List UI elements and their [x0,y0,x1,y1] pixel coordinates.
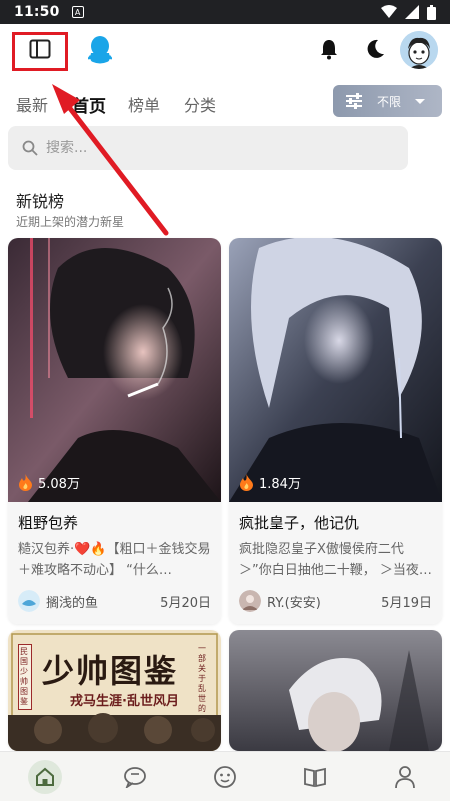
card-meta: RY.(安安) 5月19日 [239,590,432,612]
qq-icon[interactable] [88,35,112,65]
author-name: 搁浅的鱼 [46,595,99,611]
nav-discover[interactable] [208,760,242,794]
card-title: 粗野包养 [18,514,79,532]
tab-category[interactable]: 分类 [184,92,216,116]
author-avatar [18,590,40,612]
home-icon [36,767,54,786]
author-avatar [239,590,261,612]
section-subtitle: 近期上架的潜力新星 [16,215,125,229]
publish-date: 5月20日 [160,595,211,611]
fire-icon [19,474,32,491]
status-bar: 11:50 A [0,0,450,24]
card-description: 疯批隐忍皇子X傲慢侯府二代＞”你白日抽他二十鞭， ＞当夜… [239,542,432,578]
nav-home[interactable] [28,759,62,794]
tab-home[interactable]: 首页 [72,92,106,117]
chevron-down-icon [415,98,426,104]
search-input[interactable] [46,140,366,156]
search-bar[interactable] [8,126,408,170]
status-time: 11:50 [14,4,60,20]
user-avatar[interactable] [400,31,438,69]
status-icons [381,4,436,20]
search-icon [22,140,38,156]
fire-icon [240,474,253,491]
novel-card[interactable]: 民国少帅图鉴 少帅图鉴 戎马生涯·乱世风月 一部关于乱世的 [8,630,221,751]
nav-library[interactable] [298,760,332,794]
filter-dropdown[interactable]: 不限 [333,85,442,117]
poster-side-label: 民国少帅图鉴 [18,644,32,710]
cover-image [229,630,442,751]
cover-image: 1.84万 [229,238,442,502]
card-description: 糙汉包养·❤️🔥【粗口＋金钱交易＋难攻略不动心】 “什么… [18,542,211,578]
emoji-icon [214,765,236,788]
novel-card[interactable]: 1.84万 疯批皇子，他记仇 疯批隐忍皇子X傲慢侯府二代＞”你白日抽他二十鞭， … [229,238,442,624]
app-screen: 11:50 A 最新 首页 榜单 分类 不限 搜索... 新锐榜 近期上架的潜力… [0,0,450,801]
wifi-icon [381,5,397,18]
chat-icon [124,766,146,788]
moon-icon[interactable] [364,38,386,60]
sliders-icon [346,93,362,109]
publish-date: 5月19日 [381,595,432,611]
avatar-image [400,31,438,69]
highlight-box [12,32,68,71]
battery-icon [427,4,436,20]
bell-icon[interactable] [318,38,340,60]
cover-image: 5.08万 [8,238,221,502]
section-title: 新锐榜 [16,192,65,211]
signal-icon [405,5,419,19]
card-meta: 搁浅的鱼 5月20日 [18,590,211,612]
popularity-count: 1.84万 [259,477,301,492]
card-body: 粗野包养 糙汉包养·❤️🔥【粗口＋金钱交易＋难攻略不动心】 “什么… 搁浅的鱼 … [8,502,221,624]
nav-profile[interactable] [388,760,422,794]
popularity: 5.08万 [18,473,80,492]
book-icon [304,767,326,787]
poster-title: 少帅图鉴 [42,652,179,690]
card-body: 疯批皇子，他记仇 疯批隐忍皇子X傲慢侯府二代＞”你白日抽他二十鞭， ＞当夜… R… [229,502,442,624]
card-title: 疯批皇子，他记仇 [239,514,360,532]
author-name: RY.(安安) [267,595,321,611]
notification-icon: A [71,6,84,18]
novel-card[interactable] [229,630,442,751]
poster-subtitle: 戎马生涯·乱世风月 [70,694,179,709]
nav-chat[interactable] [118,760,152,794]
novel-card[interactable]: 5.08万 粗野包养 糙汉包养·❤️🔥【粗口＋金钱交易＋难攻略不动心】 “什么…… [8,238,221,624]
profile-icon [395,765,415,788]
filter-label: 不限 [377,94,402,109]
bottom-nav [0,751,450,801]
poster-side-text: 一部关于乱世的 [198,644,206,713]
tab-latest[interactable]: 最新 [16,92,48,116]
popularity-count: 5.08万 [38,477,80,492]
tab-ranking[interactable]: 榜单 [128,92,160,116]
popularity: 1.84万 [239,473,301,492]
